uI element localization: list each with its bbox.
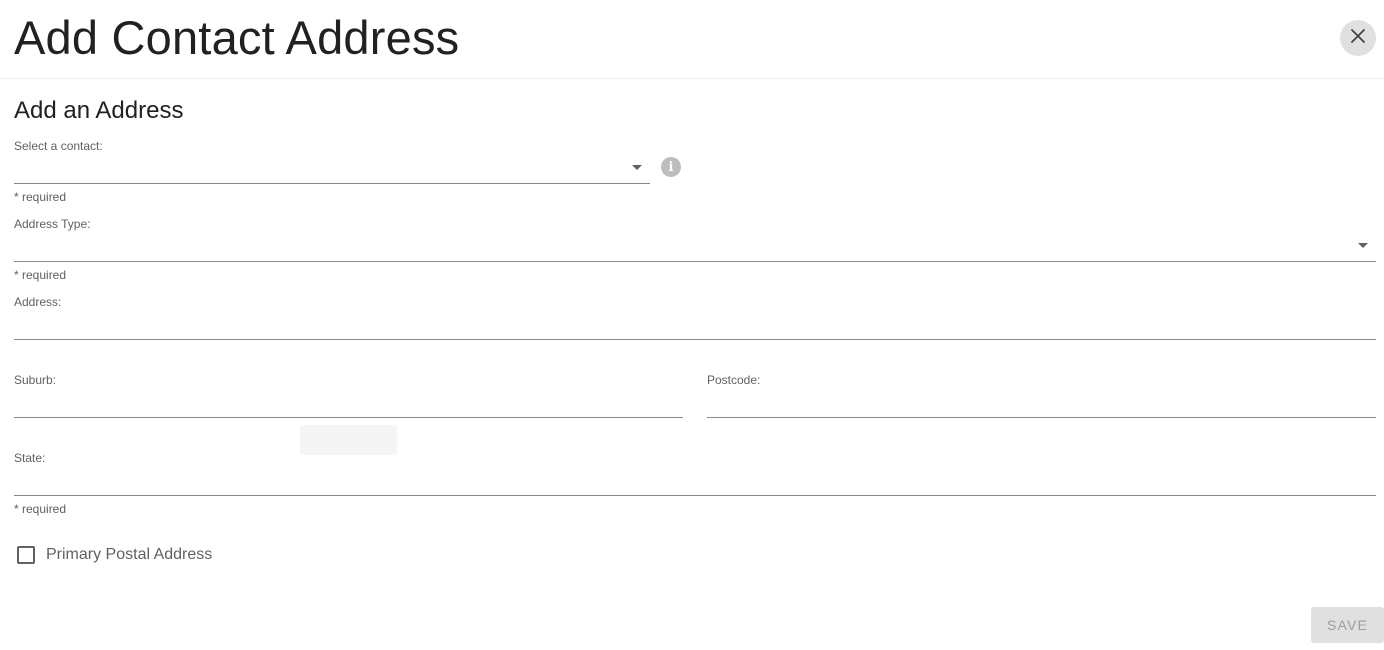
address-type-required-helper: * required [14, 268, 67, 282]
chevron-down-icon [1358, 243, 1368, 248]
postcode-underline [707, 417, 1376, 418]
save-button[interactable]: SAVE [1311, 607, 1384, 643]
section-title: Add an Address [14, 97, 184, 124]
primary-postal-address-label: Primary Postal Address [46, 546, 213, 563]
address-type-select[interactable] [14, 236, 1349, 258]
state-required-helper: * required [14, 502, 67, 516]
suburb-input[interactable] [14, 392, 683, 414]
postcode-input[interactable] [707, 392, 1376, 414]
state-label: State: [14, 451, 46, 465]
address-underline [14, 339, 1376, 340]
address-label: Address: [14, 295, 62, 309]
address-type-label: Address Type: [14, 217, 91, 231]
state-input[interactable] [14, 470, 1376, 492]
primary-postal-address-checkbox[interactable] [17, 546, 35, 564]
address-type-underline [14, 261, 1376, 262]
state-underline [14, 495, 1376, 496]
add-contact-address-dialog: Add Contact Address Add an Address Selec… [0, 0, 1384, 650]
postcode-label: Postcode: [707, 373, 761, 387]
dialog-header: Add Contact Address [0, 0, 1384, 79]
dialog-title: Add Contact Address [14, 11, 460, 64]
suburb-label: Suburb: [14, 373, 57, 387]
contact-select[interactable] [14, 158, 624, 180]
find-suburb-button[interactable]: Find suburb [300, 425, 397, 455]
address-input[interactable] [14, 314, 1376, 336]
suburb-underline [14, 417, 683, 418]
close-icon [1350, 28, 1366, 49]
chevron-down-icon [632, 165, 642, 170]
close-button[interactable] [1340, 20, 1376, 56]
primary-postal-address-toggle[interactable]: Primary Postal Address [17, 546, 212, 564]
info-icon[interactable]: i [661, 157, 681, 177]
contact-select-label: Select a contact: [14, 139, 103, 153]
contact-select-underline [14, 183, 650, 184]
contact-required-helper: * required [14, 190, 67, 204]
